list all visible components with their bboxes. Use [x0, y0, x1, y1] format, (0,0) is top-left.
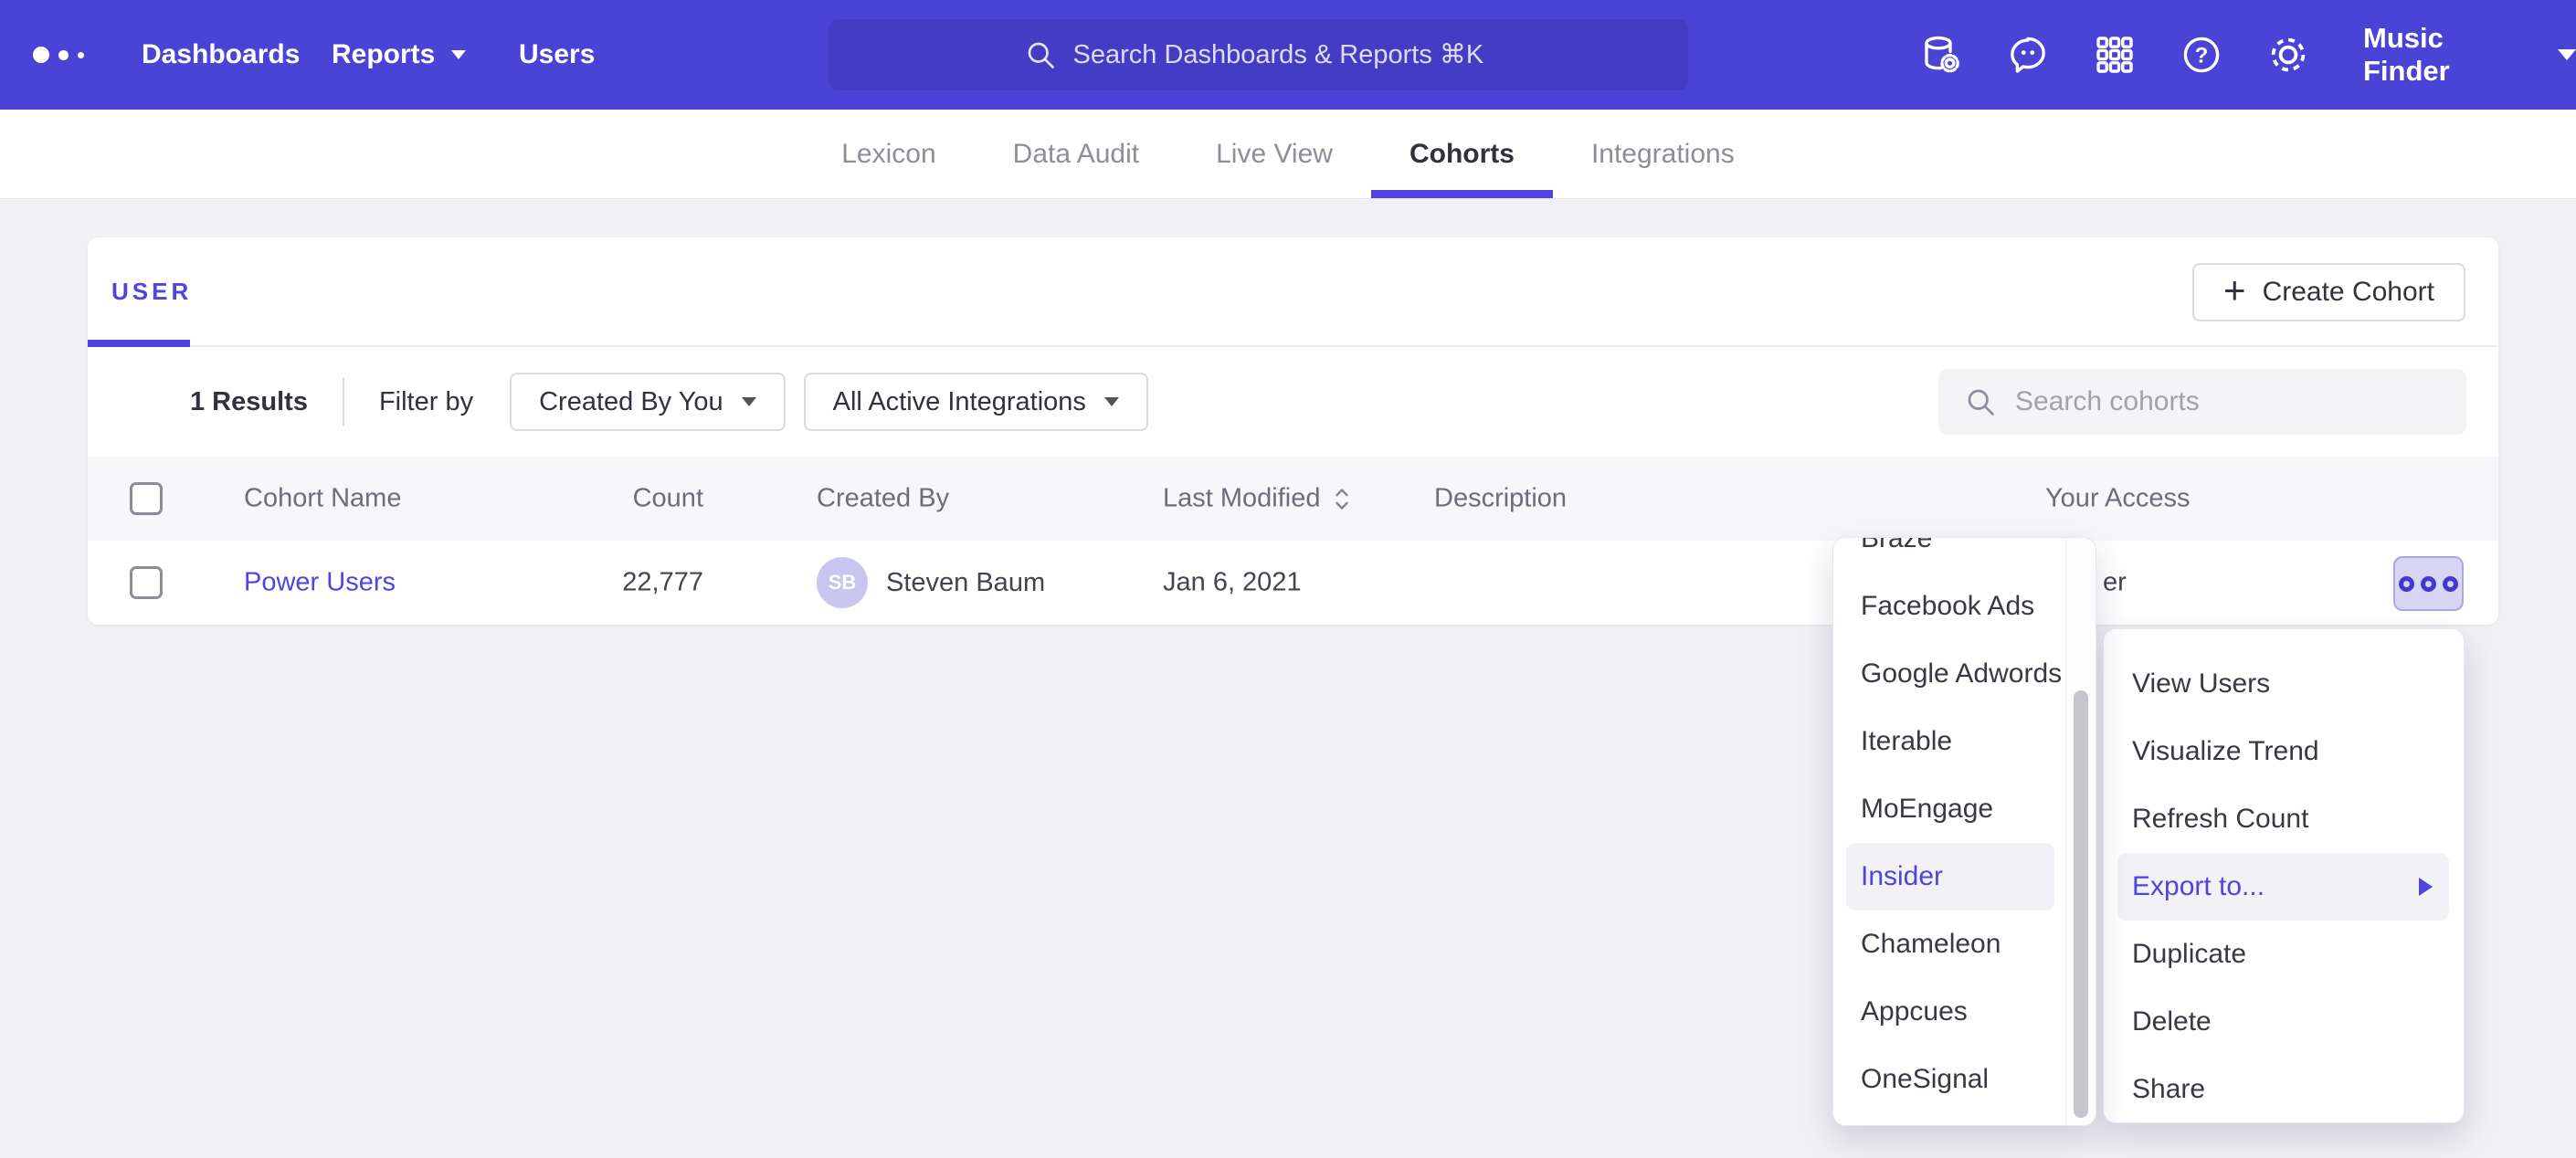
select-all-checkbox[interactable]: [130, 482, 163, 515]
tab-cohorts[interactable]: Cohorts: [1371, 110, 1553, 198]
row-checkbox[interactable]: [130, 566, 163, 599]
create-cohort-label: Create Cohort: [2263, 277, 2434, 308]
last-modified-cell: Jan 6, 2021: [1163, 568, 1302, 598]
cohorts-panel: USER + Create Cohort 1 Results Filter by…: [88, 237, 2498, 625]
feedback-bubble-icon[interactable]: [2006, 33, 2050, 77]
created-by-cell: SB Steven Baum: [817, 557, 1045, 608]
column-last-modified-label: Last Modified: [1163, 484, 1321, 514]
menu-item-export-to[interactable]: Export to...: [2117, 853, 2449, 921]
global-search[interactable]: [829, 19, 1688, 90]
global-search-input[interactable]: [1073, 40, 1494, 70]
cohort-name-link[interactable]: Power Users: [244, 568, 396, 598]
mixpanel-logo-icon[interactable]: [33, 0, 84, 110]
nav-reports-label: Reports: [332, 39, 435, 70]
logo-dot-large: [33, 47, 49, 63]
filter-bar: 1 Results Filter by Created By You All A…: [88, 347, 2498, 457]
svg-text:?: ?: [2195, 43, 2209, 68]
filter-created-by-dropdown[interactable]: Created By You: [510, 373, 786, 431]
nav-reports[interactable]: Reports: [332, 0, 466, 110]
menu-item-google-adwords[interactable]: Google Adwords: [1833, 640, 2065, 708]
project-switcher[interactable]: Music Finder: [2363, 0, 2576, 110]
submenu-arrow-icon: [2419, 878, 2433, 896]
nav-users[interactable]: Users: [519, 0, 595, 110]
column-count: Count: [499, 484, 703, 514]
filter-integrations-dropdown[interactable]: All Active Integrations: [804, 373, 1148, 431]
filter-created-by-label: Created By You: [539, 387, 723, 417]
menu-item-visualize-trend[interactable]: Visualize Trend: [2104, 718, 2464, 785]
table-row: Power Users 22,777 SB Steven Baum Jan 6,…: [88, 541, 2498, 625]
logo-dot-medium: [58, 50, 69, 60]
settings-gear-icon[interactable]: [2266, 33, 2310, 77]
apps-grid-icon[interactable]: [2093, 33, 2137, 77]
menu-item-share[interactable]: Share: [2104, 1056, 2464, 1123]
column-description: Description: [1434, 484, 1567, 514]
menu-item-export-to-label: Export to...: [2132, 871, 2265, 902]
menu-item-moengage[interactable]: MoEngage: [1833, 775, 2065, 843]
table-header: Cohort Name Count Created By Last Modifi…: [88, 457, 2498, 541]
project-name: Music Finder: [2363, 22, 2532, 88]
help-icon[interactable]: ?: [2180, 33, 2223, 77]
tab-data-audit[interactable]: Data Audit: [975, 110, 1177, 198]
export-destinations-menu: Braze Facebook Ads Google Adwords Iterab…: [1832, 537, 2096, 1126]
nav-dashboards[interactable]: Dashboards: [142, 0, 300, 110]
search-icon: [1964, 385, 1997, 418]
filter-integrations-label: All Active Integrations: [833, 387, 1086, 417]
tab-lexicon[interactable]: Lexicon: [803, 110, 974, 198]
tab-user-cohorts[interactable]: USER: [111, 237, 192, 345]
cohort-type-strip: USER + Create Cohort: [88, 237, 2498, 347]
menu-item-iterable[interactable]: Iterable: [1833, 708, 2065, 775]
menu-item-view-users[interactable]: View Users: [2104, 650, 2464, 718]
sort-icon: [1332, 486, 1352, 511]
divider: [343, 378, 344, 426]
chevron-down-icon: [451, 50, 466, 59]
menu-item-onesignal[interactable]: OneSignal: [1833, 1046, 2065, 1113]
chevron-down-icon: [2558, 49, 2576, 60]
column-last-modified[interactable]: Last Modified: [1163, 484, 1352, 514]
active-tab-underline: [88, 340, 190, 347]
cohort-search[interactable]: [1938, 369, 2466, 435]
data-management-icon[interactable]: [1919, 33, 1963, 77]
topbar: Dashboards Reports Users: [0, 0, 2576, 110]
ellipsis-dot-icon: [2421, 576, 2436, 592]
scrollbar-track[interactable]: [2065, 538, 2096, 1125]
export-menu-scroll-area: Braze Facebook Ads Google Adwords Iterab…: [1833, 538, 2065, 1125]
tab-live-view[interactable]: Live View: [1177, 110, 1371, 198]
cohort-actions-menu: View Users Visualize Trend Refresh Count…: [2103, 628, 2465, 1123]
search-icon: [1024, 38, 1057, 71]
row-more-options-button[interactable]: [2393, 556, 2464, 611]
plus-icon: +: [2223, 271, 2246, 310]
menu-item-delete[interactable]: Delete: [2104, 988, 2464, 1056]
your-access-value-clipped: er: [2103, 568, 2127, 598]
ellipsis-dot-icon: [2399, 576, 2414, 592]
menu-item-insider[interactable]: Insider: [1846, 843, 2054, 911]
column-cohort-name: Cohort Name: [244, 484, 401, 514]
scrollbar-thumb[interactable]: [2074, 690, 2088, 1118]
filter-by-label: Filter by: [379, 387, 473, 417]
chevron-down-icon: [742, 397, 756, 406]
menu-item-facebook-ads[interactable]: Facebook Ads: [1833, 573, 2065, 640]
cohort-search-input[interactable]: [2015, 386, 2362, 417]
logo-dot-small: [78, 52, 84, 58]
menu-item-appcues[interactable]: Appcues: [1833, 978, 2065, 1046]
column-your-access: Your Access: [2045, 484, 2191, 514]
chevron-down-icon: [1104, 397, 1119, 406]
menu-item-chameleon[interactable]: Chameleon: [1833, 911, 2065, 978]
column-created-by: Created By: [817, 484, 949, 514]
data-management-tabs: Lexicon Data Audit Live View Cohorts Int…: [0, 110, 2576, 199]
avatar: SB: [817, 557, 868, 608]
menu-item-duplicate[interactable]: Duplicate: [2104, 921, 2464, 988]
menu-item-refresh-count[interactable]: Refresh Count: [2104, 785, 2464, 853]
results-count: 1 Results: [190, 387, 308, 417]
tab-integrations[interactable]: Integrations: [1553, 110, 1773, 198]
created-by-name: Steven Baum: [886, 568, 1045, 598]
menu-item-braze[interactable]: Braze: [1833, 538, 2065, 573]
create-cohort-button[interactable]: + Create Cohort: [2192, 263, 2465, 321]
cohort-count: 22,777: [499, 568, 703, 598]
ellipsis-dot-icon: [2443, 576, 2458, 592]
